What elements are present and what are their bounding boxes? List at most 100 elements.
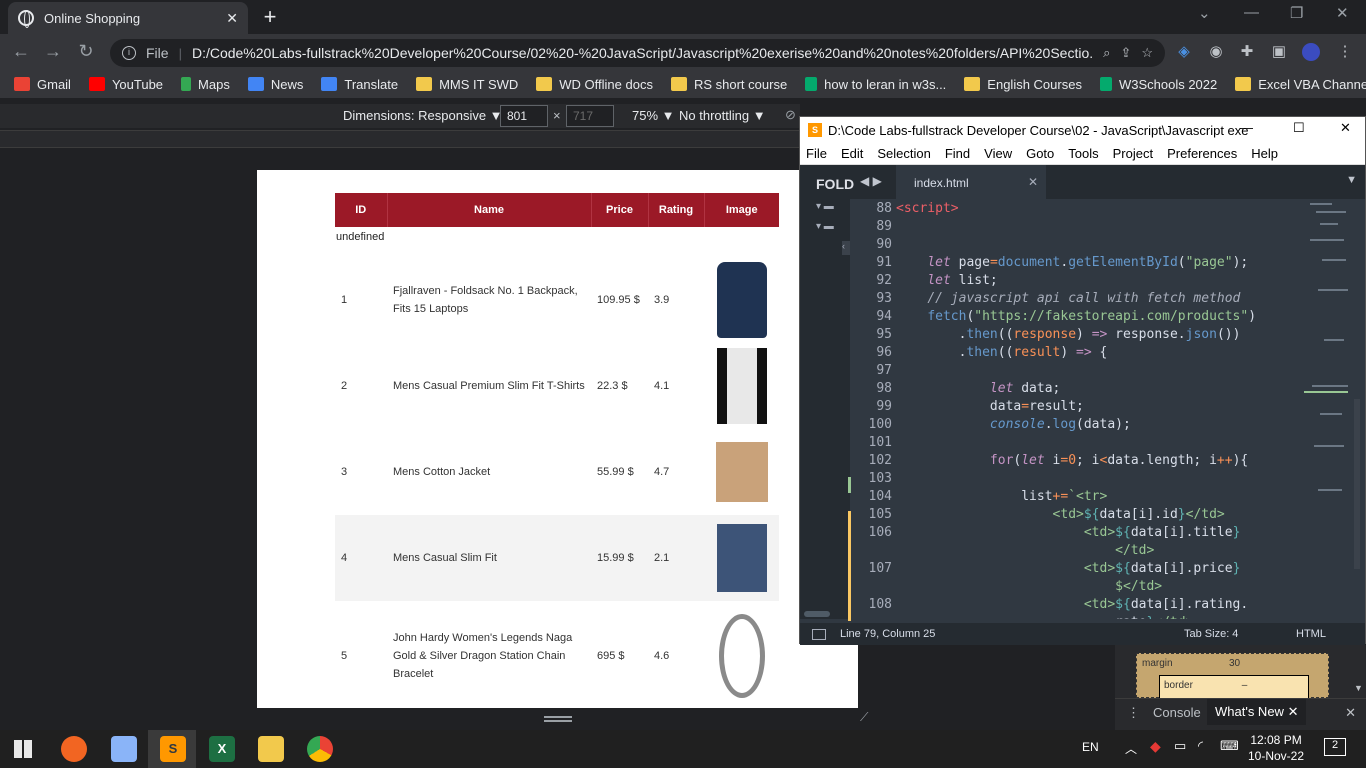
bookmark-youtube[interactable]: YouTube — [88, 77, 163, 92]
maximize-button[interactable]: ☐ — [1293, 120, 1305, 136]
minimize-button[interactable]: — — [1244, 4, 1259, 21]
menu-project[interactable]: Project — [1113, 146, 1153, 161]
puzzle-icon[interactable]: ✚ — [1238, 43, 1256, 61]
bookmark-wd-offline[interactable]: WD Offline docs — [536, 77, 653, 92]
battery-icon[interactable]: ▭ — [1174, 738, 1186, 754]
close-window-button[interactable]: ✕ — [1336, 4, 1349, 22]
tab-dropdown-icon[interactable]: ▼ — [1346, 174, 1357, 186]
line-number: 93 — [876, 291, 892, 306]
minimap[interactable] — [1300, 199, 1360, 619]
horizontal-scrollbar[interactable] — [804, 611, 830, 617]
close-tab-icon[interactable]: ✕ — [226, 10, 238, 27]
shield-extension-icon[interactable]: ◈ — [1175, 43, 1193, 61]
bookmark-excel-vba[interactable]: Excel VBA Channels — [1235, 77, 1366, 92]
explorer-taskbar-icon[interactable] — [258, 736, 284, 762]
back-icon[interactable]: ← — [10, 41, 32, 62]
info-icon[interactable]: i — [122, 46, 136, 60]
clock[interactable]: 12:08 PM 10-Nov-22 — [1248, 732, 1304, 764]
sidepanel-icon[interactable]: ▣ — [1270, 43, 1288, 61]
url-text[interactable]: D:/Code%20Labs-fullstrack%20Developer%20… — [192, 45, 1093, 61]
console-tab[interactable]: Console — [1153, 705, 1201, 720]
w3schools-icon — [1099, 77, 1112, 91]
folder-icon[interactable]: ▾ ▬ — [816, 221, 838, 232]
antivirus-icon[interactable]: ◆ — [1150, 738, 1161, 755]
table-row: 4 Mens Casual Slim Fit 15.99 $ 2.1 — [335, 515, 779, 601]
app-icon[interactable] — [111, 736, 137, 762]
zoom-select[interactable]: 75% ▼ — [632, 108, 675, 123]
drawer-menu-icon[interactable]: ⋮ — [1127, 705, 1140, 721]
excel-taskbar-icon[interactable]: X — [209, 736, 235, 762]
width-input[interactable]: 801 — [500, 105, 548, 127]
dimensions-select[interactable]: Dimensions: Responsive ▼ — [343, 108, 503, 123]
menu-find[interactable]: Find — [945, 146, 970, 161]
bookmark-w3s-2022[interactable]: W3Schools 2022 — [1099, 77, 1217, 92]
bookmark-translate[interactable]: Translate — [321, 77, 398, 92]
box-margin-value[interactable]: 30 — [1229, 658, 1240, 669]
code-line: let list; — [927, 273, 998, 288]
menu-selection[interactable]: Selection — [877, 146, 930, 161]
sublime-window: S D:\Code Labs-fullstrack Developer Cour… — [799, 116, 1366, 645]
bookmark-rs-short[interactable]: RS short course — [670, 77, 787, 92]
bookmark-gmail[interactable]: Gmail — [14, 77, 71, 92]
menu-goto[interactable]: Goto — [1026, 146, 1054, 161]
bookmark-maps[interactable]: Maps — [181, 77, 230, 92]
app-icon[interactable] — [61, 736, 87, 762]
menu-icon[interactable]: ⋮ — [1336, 43, 1354, 61]
close-tab-icon[interactable]: ✕ — [1028, 175, 1038, 189]
sidebar-collapse-icon[interactable]: ‹ — [842, 241, 850, 255]
tab-size[interactable]: Tab Size: 4 — [1184, 628, 1238, 640]
close-tab-icon[interactable]: ✕ — [1288, 704, 1299, 719]
bookmark-w3s-learn[interactable]: how to leran in w3s... — [805, 77, 946, 92]
language-indicator[interactable]: EN — [1082, 740, 1099, 754]
bookmark-mms[interactable]: MMS IT SWD — [416, 77, 518, 92]
rotate-icon[interactable]: ⊘ — [785, 107, 796, 123]
menu-tools[interactable]: Tools — [1068, 146, 1098, 161]
height-input[interactable]: 717 — [566, 105, 614, 127]
box-border-value[interactable]: – — [1242, 680, 1248, 691]
times-icon: × — [553, 108, 561, 123]
forward-icon[interactable]: → — [42, 41, 64, 62]
minimize-button[interactable]: — — [1240, 120, 1253, 135]
bookmark-english[interactable]: English Courses — [964, 77, 1082, 92]
code-editor[interactable]: <script> let page=document.getElementByI… — [896, 199, 1306, 619]
new-tab-button[interactable]: + — [258, 4, 282, 30]
whats-new-tab[interactable]: What's New ✕ — [1207, 699, 1307, 725]
menu-file[interactable]: File — [806, 146, 827, 161]
panel-toggle-icon[interactable] — [812, 629, 826, 640]
menu-edit[interactable]: Edit — [841, 146, 863, 161]
share-icon[interactable]: ⇪ — [1120, 45, 1131, 61]
zoom-icon[interactable]: ⌕ — [1103, 45, 1110, 61]
sublime-taskbar-icon[interactable]: S — [160, 736, 186, 762]
tab-index-html[interactable]: index.html ✕ — [896, 165, 1046, 199]
folder-icon[interactable]: ▾ ▬ — [816, 201, 838, 212]
close-drawer-icon[interactable]: ✕ — [1345, 705, 1356, 721]
chrome-taskbar-icon[interactable] — [307, 736, 333, 762]
menu-preferences[interactable]: Preferences — [1167, 146, 1237, 161]
throttling-select[interactable]: No throttling ▼ — [679, 108, 766, 123]
syntax-mode[interactable]: HTML — [1296, 628, 1326, 640]
bookmark-star-icon[interactable]: ☆ — [1141, 45, 1153, 61]
address-bar[interactable]: i File | D:/Code%20Labs-fullstrack%20Dev… — [110, 39, 1165, 67]
tray-chevron-icon[interactable]: ︿ — [1125, 740, 1137, 757]
code-line: <td>${data[i].title} — [1083, 525, 1241, 540]
wifi-icon[interactable]: ◜ — [1198, 738, 1203, 754]
tab-nav-arrows[interactable]: ◀ ▶ — [860, 174, 882, 188]
restore-button[interactable]: ❐ — [1290, 4, 1303, 22]
close-button[interactable]: ✕ — [1340, 120, 1351, 136]
tab-search-icon[interactable]: ⌄ — [1198, 4, 1211, 22]
corner-resize-icon[interactable]: ⟋ — [860, 710, 874, 724]
bookmark-news[interactable]: News — [247, 77, 303, 92]
extension-icon[interactable]: ◉ — [1207, 43, 1225, 61]
browser-tab[interactable]: Online Shopping ✕ — [8, 2, 248, 34]
resize-handle[interactable] — [544, 716, 572, 722]
reload-icon[interactable]: ↻ — [75, 41, 97, 62]
keyboard-icon[interactable]: ⌨ — [1220, 738, 1239, 754]
menu-view[interactable]: View — [984, 146, 1012, 161]
avatar[interactable] — [1302, 43, 1320, 61]
windows-start-icon[interactable] — [14, 740, 32, 758]
undefined-row — [335, 227, 779, 257]
scroll-down-icon[interactable]: ▼ — [1354, 683, 1363, 693]
notifications-icon[interactable]: 2 — [1324, 738, 1346, 756]
products-table: ID Name Price Rating Image 1 Fjallraven … — [335, 193, 779, 708]
menu-help[interactable]: Help — [1251, 146, 1278, 161]
